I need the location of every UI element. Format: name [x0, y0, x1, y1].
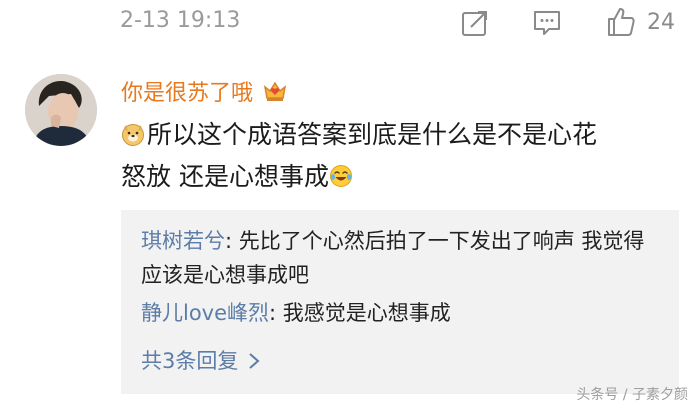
like-count: 24 — [647, 9, 675, 35]
comment-text-line1: 所以这个成语答案到底是什么是不是心花 — [147, 120, 598, 149]
like-button[interactable]: 24 — [605, 4, 675, 40]
doge-emoji-icon — [122, 124, 144, 146]
post-timestamp: 2-13 19:13 — [120, 8, 241, 33]
thumbs-up-icon — [608, 8, 635, 36]
replies-panel: 琪树若兮: 先比了个心然后拍了一下发出了响声 我觉得应该是心想事成吧 静儿lov… — [121, 210, 679, 394]
comment-line-2: 怒放 还是心想事成 — [121, 156, 681, 198]
comment-text-line2: 怒放 还是心想事成 — [121, 162, 329, 191]
comment-body: 所以这个成语答案到底是什么是不是心花 怒放 还是心想事成 — [121, 114, 681, 198]
avatar-image — [25, 74, 97, 146]
comment-button[interactable] — [532, 8, 562, 38]
share-button[interactable] — [460, 8, 490, 38]
avatar[interactable] — [25, 74, 97, 146]
username-text: 你是很苏了哦 — [121, 81, 254, 106]
laugh-cry-emoji-icon — [329, 165, 352, 187]
vip-crown-icon — [263, 81, 287, 101]
comment-line-1: 所以这个成语答案到底是什么是不是心花 — [121, 114, 681, 156]
reply-username[interactable]: 静儿love峰烈 — [141, 301, 269, 325]
comment-username[interactable]: 你是很苏了哦 — [121, 75, 289, 107]
watermark: 头条号 / 子素夕颜 — [576, 387, 688, 403]
view-more-replies-link[interactable]: 共3条回复 — [141, 344, 260, 378]
reply-username[interactable]: 琪树若兮 — [141, 229, 225, 253]
more-replies-label: 共3条回复 — [141, 349, 239, 373]
comment-icon — [534, 11, 560, 35]
share-icon — [462, 11, 487, 36]
reply-item[interactable]: 静儿love峰烈: 我感觉是心想事成 — [141, 296, 661, 330]
chevron-right-icon — [249, 353, 260, 369]
reply-item[interactable]: 琪树若兮: 先比了个心然后拍了一下发出了响声 我觉得应该是心想事成吧 — [141, 224, 661, 292]
post-action-bar: 2-13 19:13 24 — [0, 0, 700, 52]
reply-text: : 我感觉是心想事成 — [269, 301, 451, 325]
